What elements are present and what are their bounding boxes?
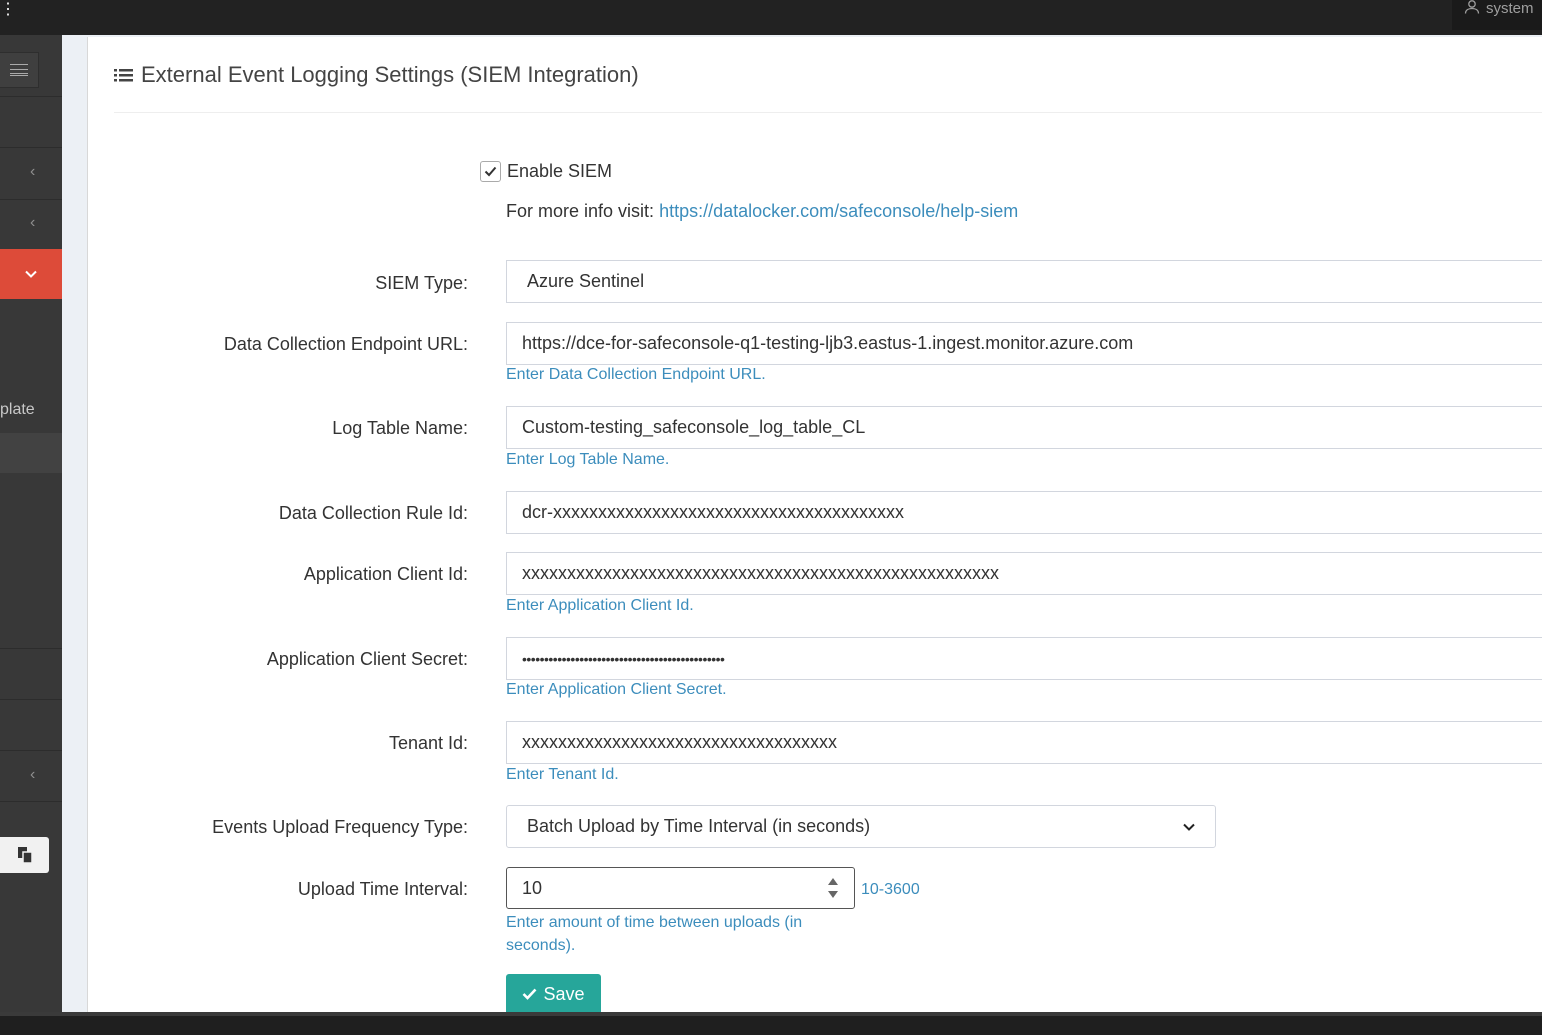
time-interval-label: Upload Time Interval: <box>297 879 468 899</box>
frequency-type-value: Batch Upload by Time Interval (in second… <box>527 816 871 836</box>
frequency-type-select[interactable]: Batch Upload by Time Interval (in second… <box>506 805 1216 848</box>
client-secret-help: Enter Application Client Secret. <box>506 681 727 698</box>
user-name: system <box>1486 0 1534 17</box>
more-info-line: For more info visit: https://datalocker.… <box>506 201 1018 222</box>
top-navbar: ⋮ system <box>0 0 1542 35</box>
log-table-label: Log Table Name: <box>332 418 468 438</box>
sidebar-toggle-button[interactable] <box>0 52 39 88</box>
client-id-label: Application Client Id: <box>303 564 468 584</box>
time-interval-range: 10-3600 <box>861 881 920 898</box>
time-interval-input[interactable]: 10 <box>506 867 855 909</box>
sidebar-divider <box>0 199 62 200</box>
sidebar-divider <box>0 648 62 649</box>
enable-siem-checkbox[interactable] <box>480 161 501 182</box>
sidebar-item-highlight[interactable] <box>0 433 62 473</box>
check-icon <box>523 988 537 1000</box>
time-interval-help: Enter amount of time between uploads (in… <box>506 914 803 954</box>
chevron-left-icon[interactable]: ‹ <box>30 214 35 232</box>
tenant-id-label: Tenant Id: <box>388 733 468 753</box>
sidebar-divider <box>0 96 62 97</box>
check-icon <box>484 166 497 177</box>
endpoint-url-label: Data Collection Endpoint URL: <box>223 334 468 354</box>
siem-settings-panel: External Event Logging Settings (SIEM In… <box>87 37 1542 1014</box>
sidebar: ‹ ‹ plate ‹ <box>0 35 62 1012</box>
rule-id-input[interactable]: dcr-xxxxxxxxxxxxxxxxxxxxxxxxxxxxxxxxxxxx… <box>506 491 1542 534</box>
log-table-help: Enter Log Table Name. <box>506 451 670 468</box>
chevron-left-icon[interactable]: ‹ <box>30 766 35 784</box>
help-siem-link[interactable]: https://datalocker.com/safeconsole/help-… <box>659 201 1018 221</box>
chevron-left-icon[interactable]: ‹ <box>30 163 35 181</box>
client-secret-input[interactable]: ••••••••••••••••••••••••••••••••••••••••… <box>506 637 1542 680</box>
menu-dots-icon[interactable]: ⋮ <box>0 2 16 18</box>
frequency-type-label: Events Upload Frequency Type: <box>212 817 468 837</box>
title-divider <box>114 112 1542 113</box>
rule-id-label: Data Collection Rule Id: <box>278 503 468 523</box>
sidebar-divider <box>0 801 62 802</box>
chevron-down-icon <box>1183 823 1195 831</box>
tenant-id-help: Enter Tenant Id. <box>506 766 619 783</box>
tenant-id-input[interactable]: xxxxxxxxxxxxxxxxxxxxxxxxxxxxxxxxxxx <box>506 721 1542 764</box>
enable-siem-row: Enable SIEM <box>480 161 612 182</box>
save-button[interactable]: Save <box>506 974 601 1014</box>
user-menu[interactable]: system <box>1452 0 1542 30</box>
list-icon <box>114 68 133 81</box>
sidebar-divider <box>0 699 62 700</box>
stepper-arrows-icon[interactable] <box>827 877 839 899</box>
client-id-input[interactable]: xxxxxxxxxxxxxxxxxxxxxxxxxxxxxxxxxxxxxxxx… <box>506 552 1542 595</box>
sidebar-divider <box>0 750 62 751</box>
client-secret-label: Application Client Secret: <box>266 649 468 669</box>
page-title: External Event Logging Settings (SIEM In… <box>114 62 639 88</box>
hamburger-icon <box>10 64 28 76</box>
log-table-input[interactable]: Custom-testing_safeconsole_log_table_CL <box>506 406 1542 449</box>
enable-siem-label[interactable]: Enable SIEM <box>507 161 612 182</box>
page-title-text: External Event Logging Settings (SIEM In… <box>141 62 639 87</box>
time-interval-value: 10 <box>522 877 543 898</box>
copy-icon <box>17 847 33 864</box>
taskbar <box>0 1012 1542 1035</box>
user-icon <box>1464 0 1480 14</box>
sidebar-item-active[interactable] <box>0 249 62 299</box>
siem-type-select[interactable]: Azure Sentinel <box>506 260 1542 303</box>
more-info-text: For more info visit: <box>506 201 655 221</box>
save-label: Save <box>543 983 585 1004</box>
endpoint-url-input[interactable]: https://dce-for-safeconsole-q1-testing-l… <box>506 322 1542 365</box>
sidebar-item-label[interactable]: plate <box>0 401 35 419</box>
chevron-down-icon <box>25 270 37 278</box>
copy-button[interactable] <box>0 837 49 873</box>
siem-type-label: SIEM Type: <box>375 273 468 293</box>
sidebar-divider <box>0 147 62 148</box>
endpoint-url-help: Enter Data Collection Endpoint URL. <box>506 366 766 383</box>
client-id-help: Enter Application Client Id. <box>506 597 694 614</box>
